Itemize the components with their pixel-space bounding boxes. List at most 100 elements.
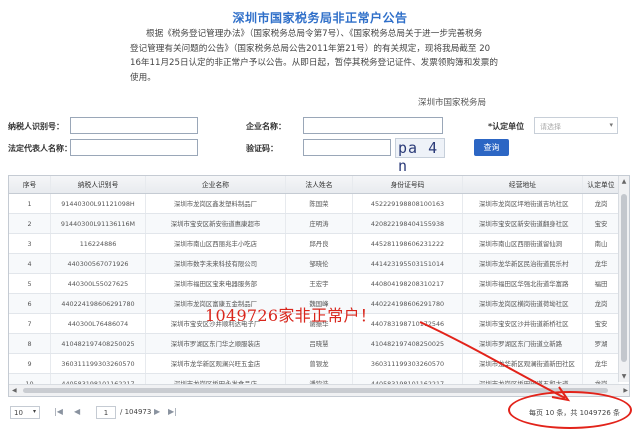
page-total: / 104973 [120, 408, 152, 416]
query-button[interactable]: 查询 [474, 139, 509, 156]
page-size-select[interactable]: 10 ▾ [10, 406, 40, 419]
table-cell: 宝安 [594, 220, 608, 228]
table-cell: 深圳市龙华新区观澜兴旺五金店 [146, 354, 286, 373]
captcha-image[interactable]: pa 4 n [395, 138, 445, 175]
table-cell: 8 [9, 334, 51, 353]
table-cell: 420822198404155938 [353, 214, 463, 233]
table-cell: 龙岗 [594, 200, 608, 208]
annotation-text: 1049726家非正常户！ [205, 306, 377, 325]
scroll-thumb[interactable] [23, 388, 608, 393]
table-cell: 深圳市龙华新区观澜街道新田社区 [463, 354, 583, 373]
taxpayer-id-input[interactable] [70, 117, 198, 134]
legal-rep-input[interactable] [70, 139, 198, 156]
table-cell: 深圳市福田区宝来电器服务部 [146, 274, 286, 293]
scroll-thumb[interactable] [621, 194, 627, 362]
table-cell: 曾银龙 [286, 354, 353, 373]
table-cell: 410482197408250025 [353, 334, 463, 353]
last-page-icon[interactable]: ▶| [168, 407, 177, 416]
table-cell: 1 [9, 194, 51, 213]
chevron-down-icon: ▾ [609, 121, 613, 129]
taxpayer-id-label: 纳税人识别号： [8, 122, 64, 131]
table-cell: 王宏宇 [286, 274, 353, 293]
column-header[interactable]: 序号 [9, 176, 51, 193]
table-cell: 龙华 [594, 260, 608, 268]
table-row[interactable]: 5 440300L55027625 深圳市福田区宝来电器服务部 王宏宇 44080419… [9, 274, 619, 294]
table-cell: 9 [9, 354, 51, 373]
first-page-icon[interactable]: |◀ [54, 407, 63, 416]
vertical-scrollbar[interactable]: ▲ ▼ [618, 176, 629, 382]
table-cell: 深圳市数字未来科技有限公司 [146, 254, 286, 273]
scroll-down-icon[interactable]: ▼ [619, 373, 629, 380]
table-cell: 深圳市南山区西丽街道留仙洞 [463, 234, 583, 253]
table-cell: 陈国荣 [286, 194, 353, 213]
announcement-line: 16年11月25日认定的非正常户予以公告。从即日起，暂停其税务登记证件、发票领购… [130, 58, 498, 68]
table-cell: 深圳市宝安区沙井街道新桥社区 [463, 314, 583, 333]
table-cell: 深圳市龙岗区坪地街道吉坑社区 [463, 194, 583, 213]
page-size-value: 10 [14, 409, 23, 417]
table-cell: 440300L76486074 [51, 314, 146, 333]
table-cell: 深圳市宝安区新安街道翻身社区 [463, 214, 583, 233]
company-name-input[interactable] [303, 117, 443, 134]
table-row[interactable]: 4 440300567071926 深圳市数字未来科技有限公司 邹晓伦 44142319… [9, 254, 619, 274]
table-cell: 邹晓伦 [286, 254, 353, 273]
scroll-up-icon[interactable]: ▲ [619, 178, 629, 185]
table-cell: 91440300L91136116M [51, 214, 146, 233]
column-header[interactable]: 法人姓名 [286, 176, 353, 193]
table-row[interactable]: 8 410482197408250025 深圳市罗湖区东门华之顺服装店 吕晓慧 4104… [9, 334, 619, 354]
table-row[interactable]: 9 360311199303260570 深圳市龙华新区观澜兴旺五金店 曾银龙 3603… [9, 354, 619, 374]
announcement: 深圳市国家税务局非正常户公告 根据《税务登记管理办法》（国家税务总局令第7号）、… [0, 0, 640, 110]
table-cell: 庄明涛 [286, 214, 353, 233]
table-header-row: 序号 纳税人识别号 企业名称 法人姓名 身份证号码 经营地址 认定单位 [9, 176, 619, 194]
column-header[interactable]: 经营地址 [463, 176, 583, 193]
table-cell: 深圳市南山区西丽兆丰小吃店 [146, 234, 286, 253]
table-cell: 440224198606291780 [51, 294, 146, 313]
column-header[interactable]: 纳税人识别号 [51, 176, 146, 193]
table-cell: 410482197408250025 [51, 334, 146, 353]
table-cell: 深圳市龙华新区民治街道民乐村 [463, 254, 583, 273]
table-cell: 邱丹良 [286, 234, 353, 253]
column-header[interactable]: 企业名称 [146, 176, 286, 193]
table-cell: 360311199303260570 [353, 354, 463, 373]
table-cell: 5 [9, 274, 51, 293]
table-cell: 440300L55027625 [51, 274, 146, 293]
table-cell: 宝安 [594, 320, 608, 328]
next-page-icon[interactable]: ▶ [154, 407, 160, 416]
table-cell: 440300567071926 [51, 254, 146, 273]
table-cell: 深圳市龙岗区横岗街道荷坳社区 [463, 294, 583, 313]
table-cell: 深圳市龙岗区鑫发塑料制品厂 [146, 194, 286, 213]
table-cell: 116224886 [51, 234, 146, 253]
table-row[interactable]: 3 116224886 深圳市南山区西丽兆丰小吃店 邱丹良 44528119860623… [9, 234, 619, 254]
column-header[interactable]: 身份证号码 [353, 176, 463, 193]
table-row[interactable]: 2 91440300L91136116M 深圳市宝安区新安街道惠康超市 庄明涛 4208… [9, 214, 619, 234]
table-cell: 6 [9, 294, 51, 313]
annotation-circle [508, 391, 632, 429]
unit-select[interactable]: 请选择 ▾ [534, 117, 618, 134]
table-cell: 91440300L91121098H [51, 194, 146, 213]
table-cell: 龙华 [594, 360, 608, 368]
table-cell: 4 [9, 254, 51, 273]
page-number-input[interactable]: 1 [96, 406, 116, 419]
table-cell: 龙岗 [594, 300, 608, 308]
announcement-line: 使用。 [130, 72, 156, 83]
captcha-input[interactable] [303, 139, 391, 156]
scroll-left-icon[interactable]: ◀ [12, 385, 17, 396]
chevron-down-icon: ▾ [32, 408, 36, 415]
table-cell: 2 [9, 214, 51, 233]
table-cell: 441423195503151014 [353, 254, 463, 273]
table-cell: 360311199303260570 [51, 354, 146, 373]
table-cell: 吕晓慧 [286, 334, 353, 353]
table-cell: 3 [9, 234, 51, 253]
table-cell: 深圳市宝安区新安街道惠康超市 [146, 214, 286, 233]
table-cell: 深圳市罗湖区东门街道立新路 [463, 334, 583, 353]
unit-select-value: 请选择 [540, 123, 561, 131]
prev-page-icon[interactable]: ◀ [74, 407, 80, 416]
table-cell: 罗湖 [594, 340, 608, 348]
table-cell: 福田 [594, 280, 608, 288]
column-header[interactable]: 认定单位 [583, 176, 619, 193]
table-row[interactable]: 1 91440300L91121098H 深圳市龙岗区鑫发塑料制品厂 陈国荣 45222… [9, 194, 619, 214]
announcement-line: 根据《税务登记管理办法》（国家税务总局令第7号）、《国家税务总局关于进一步完善税… [146, 29, 483, 39]
table-cell: 440804198208310217 [353, 274, 463, 293]
scroll-right-icon[interactable]: ▶ [623, 385, 628, 396]
announcement-signature: 深圳市国家税务局 [418, 98, 487, 108]
table-cell: 445281198606231222 [353, 234, 463, 253]
